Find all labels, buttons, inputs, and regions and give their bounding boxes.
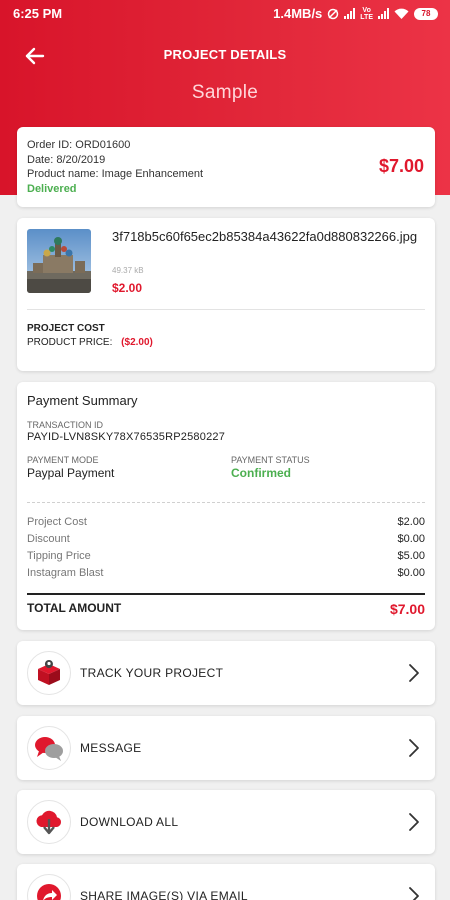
project-cost-label: PROJECT COST — [27, 323, 105, 334]
chat-bubbles-icon — [27, 726, 71, 770]
status-time: 6:25 PM — [13, 6, 63, 21]
cost-row: Project Cost $2.00 — [27, 516, 425, 533]
cost-label: Project Cost — [27, 516, 87, 528]
order-status-badge: Delivered — [27, 182, 77, 195]
cloud-download-icon — [27, 800, 71, 844]
product-card: 3f718b5c60f65ec2b85384a43622fa0d88083226… — [17, 218, 435, 371]
share-icon — [27, 874, 71, 900]
cost-label: Discount — [27, 533, 70, 545]
track-project-label: TRACK YOUR PROJECT — [80, 666, 224, 680]
track-project-button[interactable]: TRACK YOUR PROJECT — [17, 641, 435, 705]
product-price-row: PRODUCT PRICE: ($2.00) — [27, 337, 153, 348]
file-name: 3f718b5c60f65ec2b85384a43622fa0d88083226… — [112, 229, 418, 244]
cost-row: Instagram Blast $0.00 — [27, 567, 425, 584]
cost-row: Tipping Price $5.00 — [27, 550, 425, 567]
order-info: Order ID: ORD01600 Date: 8/20/2019 Produ… — [27, 138, 203, 196]
file-price: $2.00 — [112, 281, 143, 295]
chevron-right-icon — [409, 664, 419, 682]
total-label: TOTAL AMOUNT — [27, 601, 122, 615]
product-name: Product name: Image Enhancement — [27, 168, 204, 180]
cost-label: Tipping Price — [27, 550, 91, 562]
cost-row: Discount $0.00 — [27, 533, 425, 550]
total-row: TOTAL AMOUNT $7.00 — [27, 601, 425, 617]
product-price-label: PRODUCT PRICE: — [27, 337, 113, 348]
message-button[interactable]: MESSAGE — [17, 716, 435, 780]
payment-mode-label: PAYMENT MODE — [27, 455, 99, 465]
cost-value: $5.00 — [397, 550, 425, 562]
cost-value: $0.00 — [397, 533, 425, 545]
battery-icon: 78 — [414, 7, 438, 20]
data-saver-icon — [328, 8, 339, 19]
file-size: 49.37 kB — [112, 266, 144, 275]
order-id: Order ID: ORD01600 — [27, 139, 131, 151]
cost-label: Instagram Blast — [27, 567, 104, 579]
payment-summary-card: Payment Summary TRANSACTION ID PAYID-LVN… — [17, 382, 435, 630]
payment-status-value: Confirmed — [231, 466, 291, 480]
payment-mode-value: Paypal Payment — [27, 466, 115, 480]
chevron-right-icon — [409, 887, 419, 900]
page-title: PROJECT DETAILS — [163, 47, 287, 62]
cathedral-image — [27, 229, 91, 293]
chevron-right-icon — [409, 739, 419, 757]
divider — [27, 309, 425, 310]
cost-value: $0.00 — [397, 567, 425, 579]
dashed-divider — [27, 502, 425, 503]
product-thumbnail[interactable] — [27, 229, 91, 293]
cost-breakdown: Project Cost $2.00 Discount $0.00 Tippin… — [27, 516, 425, 584]
download-all-button[interactable]: DOWNLOAD ALL — [17, 790, 435, 854]
status-bar: 6:25 PM 1.4MB/s Vo LTE 78 — [0, 0, 450, 28]
payment-status-label: PAYMENT STATUS — [231, 455, 310, 465]
share-via-email-button[interactable]: SHARE IMAGE(S) VIA EMAIL — [17, 864, 435, 900]
order-date: Date: 8/20/2019 — [27, 153, 106, 166]
transaction-id-value: PAYID-LVN8SKY78X76535RP2580227 — [27, 431, 226, 443]
delivery-box-icon — [27, 651, 71, 695]
wifi-icon — [394, 8, 409, 19]
transaction-id-label: TRANSACTION ID — [27, 420, 104, 430]
project-name: Sample — [191, 82, 259, 103]
total-value: $7.00 — [389, 601, 425, 617]
volte-icon: Vo LTE — [360, 6, 373, 21]
network-speed: 1.4MB/s — [273, 6, 323, 21]
share-via-email-label: SHARE IMAGE(S) VIA EMAIL — [80, 889, 248, 900]
order-summary-card: Order ID: ORD01600 Date: 8/20/2019 Produ… — [17, 127, 435, 207]
signal-icon-2 — [378, 8, 389, 19]
status-icons: 1.4MB/s Vo LTE 78 — [273, 6, 438, 21]
order-total-price: $7.00 — [378, 156, 424, 176]
payment-summary-title: Payment Summary — [27, 393, 138, 408]
cost-value: $2.00 — [397, 516, 425, 528]
chevron-right-icon — [409, 813, 419, 831]
signal-icon — [344, 8, 356, 19]
total-divider — [27, 593, 425, 595]
product-price-value: ($2.00) — [121, 337, 153, 348]
download-all-label: DOWNLOAD ALL — [80, 815, 179, 829]
message-label: MESSAGE — [80, 741, 142, 755]
